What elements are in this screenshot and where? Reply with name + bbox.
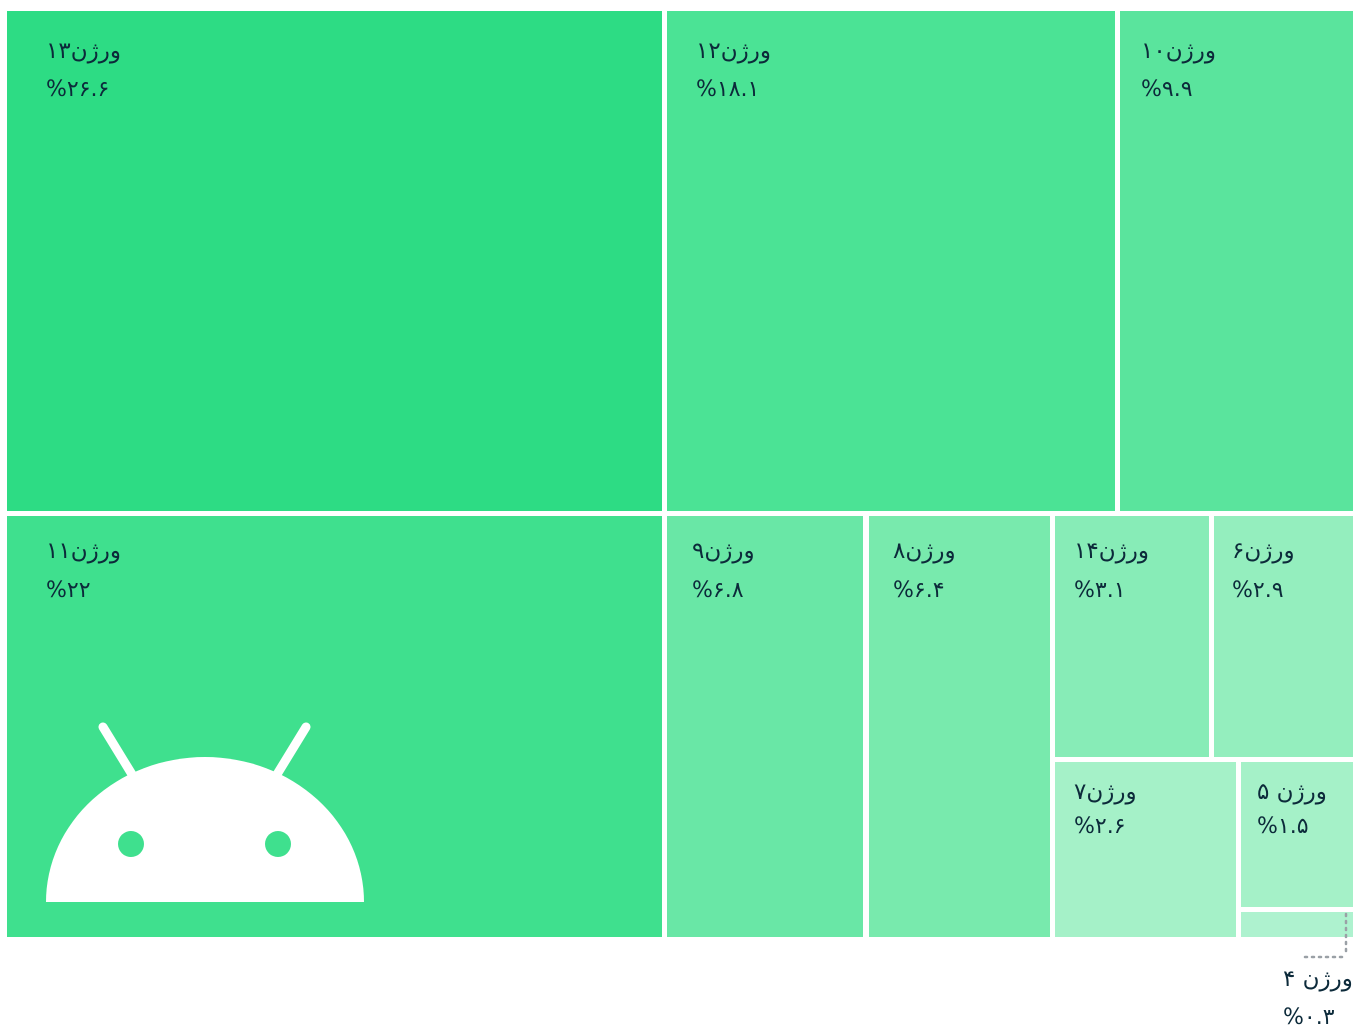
treemap-chart: ورژن۱۳ %۲۶.۶ ورژن۱۲ %۱۸.۱ ورژن۱۰ %۹.۹ ورژن۱۱ %۲… xyxy=(7,11,1353,1026)
treemap-cell-label: ورژن۸ xyxy=(893,538,956,564)
treemap-cell-label: ورژن۱۴ xyxy=(1074,538,1149,564)
treemap-cell xyxy=(1241,912,1353,937)
treemap-cell-label: ورژن۱۳ xyxy=(46,38,121,64)
treemap-cell-value: %۶.۸ xyxy=(692,578,744,603)
android-eye-right xyxy=(265,831,291,857)
treemap-cell-value: %۱۸.۱ xyxy=(696,77,759,102)
treemap-cell-value: %۲۲ xyxy=(46,578,91,603)
treemap-cell-value: %۹.۹ xyxy=(1141,77,1193,102)
treemap-cell-label: ورژن۶ xyxy=(1232,538,1295,564)
treemap-cell-value: %۰.۳ xyxy=(1283,1005,1335,1026)
treemap-cell-label: ورژن۹ xyxy=(692,538,755,564)
treemap-cell-label: ورژن ۵ xyxy=(1257,779,1327,805)
treemap-cell-label: ورژن۱۱ xyxy=(46,538,121,564)
treemap-cell-value: %۲.۶ xyxy=(1074,814,1126,839)
treemap-cell-value: %۱.۵ xyxy=(1257,814,1309,839)
treemap-cell-value: %۲.۹ xyxy=(1232,578,1284,603)
treemap-cell-value: %۳.۱ xyxy=(1074,578,1126,603)
treemap-cell-label: ورژن ۴ xyxy=(1283,966,1353,992)
android-eye-left xyxy=(118,831,144,857)
treemap-cell-value: %۶.۴ xyxy=(893,578,945,603)
treemap-cell-label: ورژن۷ xyxy=(1074,779,1137,805)
treemap-cell-label: ورژن۱۰ xyxy=(1141,38,1216,64)
treemap-cell-value: %۲۶.۶ xyxy=(46,77,109,102)
treemap-cell-label: ورژن۱۲ xyxy=(696,38,771,64)
